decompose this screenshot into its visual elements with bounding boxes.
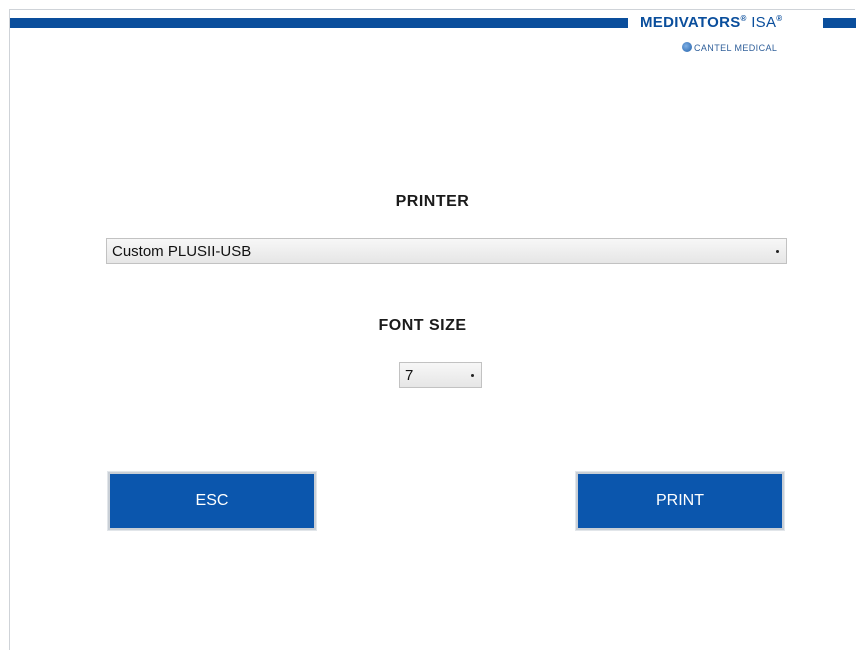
- printer-label: PRINTER: [395, 193, 470, 210]
- print-button[interactable]: PRINT: [576, 472, 784, 530]
- globe-icon: [682, 42, 692, 52]
- header-bar: [10, 18, 628, 28]
- font-size-label: FONT SIZE: [378, 317, 467, 334]
- cantel-medical-logo: CANTEL MEDICAL: [682, 42, 777, 53]
- dropdown-arrow-icon: [776, 250, 779, 253]
- print-settings-screen: MEDIVATORS® ISA® CANTEL MEDICAL PRINTER …: [9, 9, 856, 650]
- font-size-select[interactable]: 7: [399, 362, 482, 388]
- printer-select[interactable]: Custom PLUSII-USB: [106, 238, 787, 264]
- brand-suffix: ISA: [751, 14, 777, 31]
- header-bar-end: [823, 18, 856, 28]
- brand-reg-mark: ®: [740, 14, 747, 23]
- esc-button[interactable]: ESC: [108, 472, 316, 530]
- brand-name: MEDIVATORS: [640, 14, 741, 31]
- brand-suffix-mark: ®: [776, 14, 783, 23]
- font-size-select-value: 7: [405, 367, 414, 384]
- dropdown-arrow-icon: [471, 374, 474, 377]
- medivators-logo: MEDIVATORS® ISA®: [640, 14, 782, 32]
- subbrand-text: CANTEL MEDICAL: [694, 43, 778, 53]
- printer-select-value: Custom PLUSII-USB: [112, 243, 252, 260]
